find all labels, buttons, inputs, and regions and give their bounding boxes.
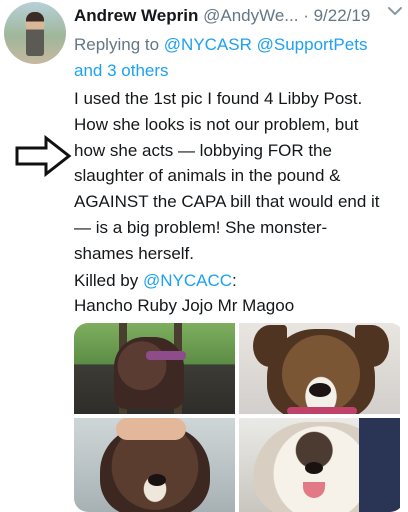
mention-nycasr[interactable]: @NYCASR <box>164 35 252 54</box>
killed-names: Hancho Ruby Jojo Mr Magoo <box>74 296 295 315</box>
photo-jojo[interactable] <box>74 418 235 512</box>
tweet-text: I used the 1st pic I found 4 Libby Post.… <box>74 86 404 267</box>
tweet-text-line: I used the 1st pic I found 4 Libby Post. <box>74 89 363 108</box>
killed-by-line: Killed by @NYCACC: <box>74 268 404 293</box>
photo-mr-magoo[interactable] <box>239 418 400 512</box>
killed-by-label: Killed by <box>74 271 143 290</box>
avatar-photo-person <box>26 12 44 56</box>
dog-figure <box>267 329 375 414</box>
author-name[interactable]: Andrew Weprin <box>74 6 198 25</box>
dog-collar <box>287 407 357 414</box>
photo-ruby[interactable] <box>239 323 400 414</box>
mention-nycacc[interactable]: @NYCACC <box>143 271 232 290</box>
dog-nose <box>148 474 166 486</box>
replying-to-label: Replying to <box>74 35 164 54</box>
dog-collar <box>146 351 186 360</box>
tweet-date[interactable]: 9/22/19 <box>314 6 371 25</box>
mention-supportpets[interactable]: @SupportPets <box>257 35 368 54</box>
killed-by-colon: : <box>232 271 237 290</box>
tweet-text-line: shames herself. <box>74 243 194 263</box>
dog-nose <box>309 383 331 397</box>
background-clothing <box>359 418 400 512</box>
tweet-header: Andrew Weprin @AndyWe... · 9/22/19 <box>74 6 404 28</box>
author-handle[interactable]: @AndyWe... <box>203 6 298 25</box>
human-hand <box>116 418 186 440</box>
killed-by-text: Killed by @NYCACC: Hancho Ruby Jojo Mr M… <box>74 268 404 318</box>
replying-to: Replying to @NYCASR @SupportPets and 3 o… <box>74 32 394 84</box>
reply-others-link[interactable]: and 3 others <box>74 61 169 80</box>
header-separator: · <box>298 6 314 25</box>
tweet-text-line: — is a big problem! She monster- <box>74 217 328 237</box>
dog-nose <box>305 462 323 474</box>
photo-hancho[interactable] <box>74 323 235 414</box>
tweet-text-line: AGAINST the CAPA bill that would end it <box>74 192 380 212</box>
tweet-media-grid <box>74 323 404 512</box>
tweet-text-line: how she acts — lobbying FOR the <box>74 140 332 160</box>
dog-figure <box>114 337 184 409</box>
avatar[interactable] <box>4 2 66 64</box>
tweet-text-line: How she looks is not our problem, but <box>74 114 359 134</box>
arrow-right-icon <box>15 135 72 177</box>
chevron-down-icon[interactable] <box>386 2 404 20</box>
tweet-text-line: slaughter of animals in the pound & <box>74 166 341 186</box>
